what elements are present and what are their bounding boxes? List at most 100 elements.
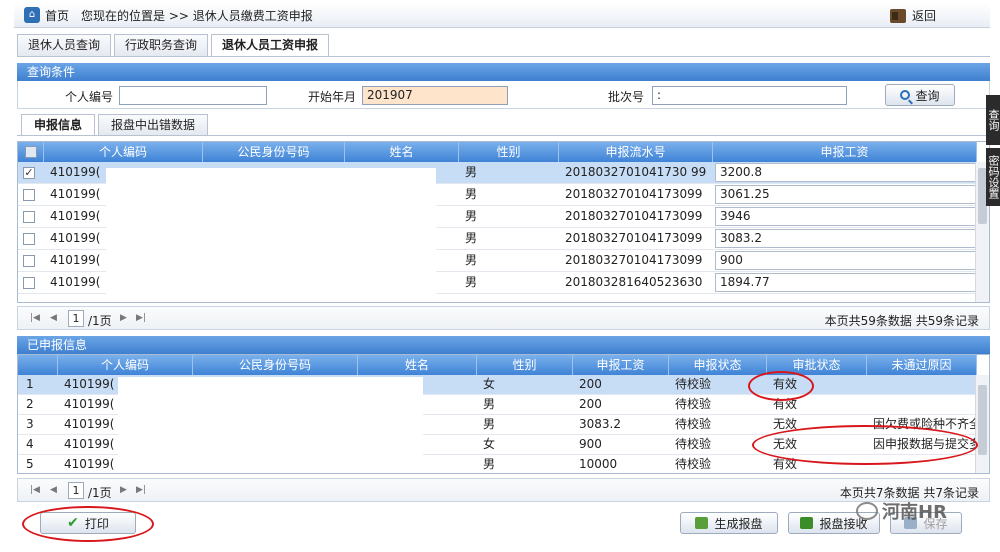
cell-reject-reason	[867, 375, 977, 394]
prev-page-icon[interactable]: ◀	[50, 313, 57, 323]
col-id-number[interactable]: 公民身份号码	[203, 142, 345, 162]
tab-admin-post-query[interactable]: 行政职务查询	[114, 34, 209, 56]
start-month-label: 开始年月	[308, 90, 357, 104]
cell-wage: 3061.25	[713, 184, 977, 205]
cell-approval-status: 有效	[773, 457, 798, 471]
last-page-icon[interactable]: ▶|	[136, 313, 146, 323]
declared-grid: 个人编码 公民身份号码 姓名 性别 申报工资 申报状态 审批状态 未通过原因 1…	[17, 354, 990, 474]
search-button[interactable]: 查询	[885, 84, 955, 106]
scroll-thumb[interactable]	[978, 385, 987, 455]
col-declare-status[interactable]: 申报状态	[669, 355, 767, 375]
tab-divider	[17, 56, 990, 57]
col-id-number[interactable]: 公民身份号码	[193, 355, 358, 375]
cell-wage: 10000	[579, 457, 618, 471]
cell-gender: 男	[483, 417, 496, 431]
col-gender[interactable]: 性别	[459, 142, 559, 162]
select-all-checkbox[interactable]	[18, 142, 44, 162]
cell-no: 4	[26, 437, 34, 451]
cell-gender: 男	[465, 253, 478, 267]
next-page-icon[interactable]: ▶	[120, 313, 127, 323]
cell-serial: 2018032701041730 99	[565, 165, 707, 179]
wage-input[interactable]: 1894.77	[715, 273, 977, 292]
cell-reject-reason	[867, 395, 977, 414]
wage-input[interactable]: 900	[715, 251, 977, 270]
wage-input[interactable]: 3946	[715, 207, 977, 226]
side-query-tab[interactable]: 查询	[986, 95, 1000, 145]
batch-label: 批次号	[608, 90, 645, 104]
checkbox	[18, 250, 44, 271]
row-checkbox[interactable]	[23, 211, 35, 223]
search-icon	[900, 90, 911, 100]
back-button[interactable]: 返回	[889, 7, 936, 24]
row-checkbox[interactable]	[23, 233, 35, 245]
cell-serial: 201803270104173099	[565, 231, 703, 245]
col-wage[interactable]: 申报工资	[573, 355, 669, 375]
declared-pager: |◀ ◀ 1 /1页 ▶ ▶| 本页共7条数据 共7条记录	[17, 478, 990, 502]
upload-icon	[800, 517, 814, 529]
print-button[interactable]: ✔ 打印	[40, 512, 136, 534]
wage-input[interactable]: 3200.8	[715, 163, 977, 182]
col-name[interactable]: 姓名	[358, 355, 477, 375]
wage-input[interactable]: 3061.25	[715, 185, 977, 204]
checkmark-icon: ✔	[67, 515, 79, 531]
col-person-id[interactable]: 个人编码	[44, 142, 203, 162]
batch-input[interactable]: :	[652, 86, 847, 105]
cell-serial: 201803270104173099	[565, 253, 703, 267]
row-checkbox[interactable]	[23, 189, 35, 201]
row-checkbox[interactable]	[23, 277, 35, 289]
col-reject-reason[interactable]: 未通过原因	[867, 355, 977, 375]
cell-wage: 1894.77	[713, 272, 977, 293]
home-icon[interactable]: ⌂	[24, 7, 40, 23]
cell-approval-status: 有效	[773, 377, 798, 391]
watermark: 河南HR	[856, 498, 947, 524]
cell-serial: 201803270104173099	[565, 209, 703, 223]
next-page-icon[interactable]: ▶	[120, 485, 127, 495]
tab-retiree-wage-declare[interactable]: 退休人员工资申报	[211, 34, 330, 57]
main-tabs: 退休人员查询 行政职务查询 退休人员工资申报	[17, 34, 330, 57]
cell-wage: 900	[579, 437, 602, 451]
home-link[interactable]: 首页	[45, 7, 69, 24]
side-password-tab[interactable]: 密码设置	[986, 148, 1000, 206]
privacy-mask	[118, 377, 423, 473]
cell-serial: 201803270104173099	[565, 187, 703, 201]
wage-input[interactable]: 3083.2	[715, 229, 977, 248]
row-checkbox[interactable]: ✓	[23, 167, 35, 179]
person-id-input[interactable]	[119, 86, 267, 105]
first-page-icon[interactable]: |◀	[30, 313, 40, 323]
cell-gender: 男	[465, 209, 478, 223]
cell-approval-status: 无效	[773, 417, 798, 431]
declared-grid-scrollbar[interactable]	[975, 375, 989, 473]
cell-gender: 男	[465, 187, 478, 201]
tab-error-data[interactable]: 报盘中出错数据	[98, 114, 209, 135]
back-label: 返回	[911, 9, 936, 23]
col-approval-status[interactable]: 审批状态	[767, 355, 867, 375]
cell-wage: 3200.8	[713, 162, 977, 183]
cell-gender: 男	[465, 231, 478, 245]
cell-no: 2	[26, 397, 34, 411]
cell-gender: 男	[465, 165, 478, 179]
page-input[interactable]: 1	[68, 310, 84, 327]
cell-reject-reason	[867, 455, 977, 473]
cell-reject-reason: 因申报数据与提交多	[873, 437, 977, 451]
row-checkbox[interactable]	[23, 255, 35, 267]
generate-disk-button[interactable]: 生成报盘	[680, 512, 778, 534]
col-person-id[interactable]: 个人编码	[58, 355, 193, 375]
prev-page-icon[interactable]: ◀	[50, 485, 57, 495]
cell-approval-status: 有效	[773, 397, 798, 411]
tab-declare-info[interactable]: 申报信息	[21, 114, 96, 135]
col-name[interactable]: 姓名	[345, 142, 459, 162]
wechat-icon	[856, 502, 878, 520]
cell-declare-status: 待校验	[675, 437, 712, 451]
cell-wage: 200	[579, 397, 602, 411]
checkbox	[18, 228, 44, 249]
col-gender[interactable]: 性别	[477, 355, 573, 375]
start-month-input[interactable]: 201907	[362, 86, 508, 105]
total-pages: /1页	[88, 314, 112, 328]
first-page-icon[interactable]: |◀	[30, 485, 40, 495]
col-serial[interactable]: 申报流水号	[559, 142, 713, 162]
page-input[interactable]: 1	[68, 482, 84, 499]
last-page-icon[interactable]: ▶|	[136, 485, 146, 495]
cell-wage: 3083.2	[713, 228, 977, 249]
tab-retiree-query[interactable]: 退休人员查询	[17, 34, 112, 56]
col-wage[interactable]: 申报工资	[713, 142, 977, 162]
